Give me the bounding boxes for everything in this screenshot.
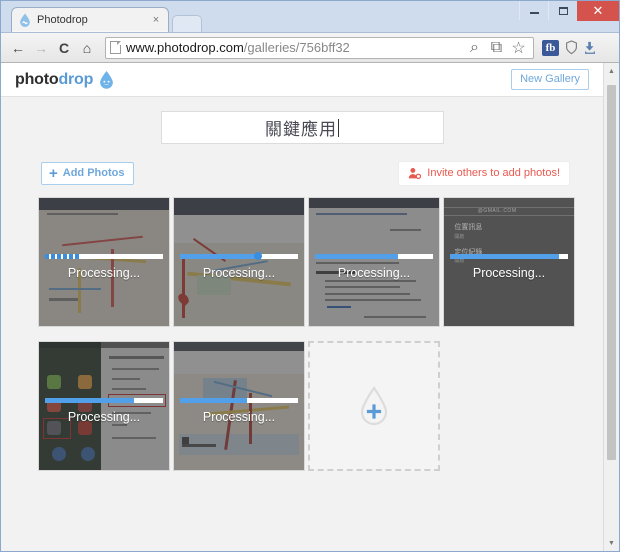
photo-3-status: Processing... [337, 266, 411, 280]
photo-3-progress [315, 254, 433, 259]
tab-strip: Photodrop × [11, 7, 202, 32]
tab-photodrop[interactable]: Photodrop × [11, 7, 169, 32]
gallery-title-value: 關鍵應用 [265, 120, 337, 140]
gallery-title-input[interactable]: 關鍵應用 [160, 111, 444, 144]
new-gallery-button[interactable]: New Gallery [511, 69, 589, 90]
scroll-down-arrow-icon[interactable]: ▼ [604, 535, 619, 551]
photo-3-overlay [309, 198, 439, 326]
search-icon[interactable]: ⌕ [466, 39, 483, 56]
bookmark-star-icon[interactable]: ☆ [510, 39, 527, 57]
add-photo-dropzone[interactable] [308, 341, 440, 471]
photo-5-overlay [39, 342, 169, 470]
photo-1[interactable]: Processing... [38, 197, 170, 327]
photo-5-status: Processing... [67, 410, 141, 424]
download-icon[interactable] [581, 39, 598, 56]
photo-6-status: Processing... [202, 410, 276, 424]
photo-1-progress [45, 254, 163, 259]
droplet-favicon [20, 13, 30, 27]
photo-4-status: Processing... [472, 266, 546, 280]
droplet-logo-icon [100, 71, 114, 89]
logo-text-photo: photo [15, 70, 59, 88]
facebook-extension-icon[interactable]: fb [542, 39, 559, 56]
add-photos-label: Add Photos [62, 166, 125, 179]
page-scrollbar[interactable]: ▲ ▼ [603, 63, 619, 551]
forward-button[interactable]: → [30, 37, 52, 59]
shield-icon[interactable] [563, 39, 580, 56]
gallery-action-row: + Add Photos Invite others to add photos… [1, 158, 603, 188]
add-photos-button[interactable]: + Add Photos [41, 161, 135, 185]
photo-5[interactable]: Processing... [38, 341, 170, 471]
browser-titlebar: ✕ Photodrop × [1, 1, 619, 32]
address-bar[interactable]: www.photodrop.com/galleries/756bff32 ⌕ ⧉… [105, 36, 534, 59]
photo-4-overlay [444, 198, 574, 326]
photo-5-progress [45, 398, 163, 403]
back-button[interactable]: ← [7, 37, 29, 59]
url-domain: www.photodrop.com [126, 40, 244, 55]
browser-menu-icon[interactable] [599, 39, 613, 56]
photo-cell-1: Processing... [38, 197, 173, 327]
page-info-icon [110, 41, 121, 54]
invite-others-button[interactable]: Invite others to add photos! [398, 160, 570, 186]
photo-cell-3: Processing... [308, 197, 443, 327]
photo-cell-dropzone [308, 341, 443, 471]
logo-wordmark: photodrop [15, 71, 93, 89]
droplet-plus-icon [360, 386, 388, 426]
tab-title: Photodrop [37, 14, 88, 26]
scroll-up-arrow-icon[interactable]: ▲ [604, 63, 619, 79]
browser-toolbar: ← → C ⌂ www.photodrop.com/galleries/756b… [1, 32, 619, 63]
scrollbar-track[interactable] [604, 79, 619, 535]
photo-1-overlay [39, 198, 169, 326]
url-text: www.photodrop.com/galleries/756bff32 [126, 40, 350, 55]
reload-button[interactable]: C [53, 37, 75, 59]
photo-cell-4: @GMAIL.COM 位置訊息 開啟 定位紀錄 開啟 Processing... [443, 197, 578, 327]
person-add-icon [409, 167, 422, 179]
photo-cell-2: Processing... [173, 197, 308, 327]
photo-6-progress [180, 398, 298, 403]
home-button[interactable]: ⌂ [76, 37, 98, 59]
photo-4[interactable]: @GMAIL.COM 位置訊息 開啟 定位紀錄 開啟 Processing... [443, 197, 575, 327]
maximize-button[interactable] [548, 1, 577, 20]
tab-close-icon[interactable]: × [150, 14, 162, 26]
photo-2-progress [180, 252, 298, 260]
window-controls: ✕ [519, 1, 619, 21]
photo-cell-6: Processing... [173, 341, 308, 471]
copy-pages-icon[interactable]: ⧉ [488, 39, 505, 56]
invite-label: Invite others to add photos! [427, 166, 560, 179]
gallery-title-row: 關鍵應用 [1, 97, 603, 154]
photo-grid: Processing... Processing... Processing..… [1, 188, 603, 485]
photo-3[interactable]: Processing... [308, 197, 440, 327]
close-icon: ✕ [592, 3, 604, 18]
site-header: photodrop New Gallery [1, 63, 603, 97]
url-path: /galleries/756bff32 [243, 40, 350, 55]
photo-2-status: Processing... [202, 266, 276, 280]
new-tab-button[interactable] [172, 15, 202, 32]
photodrop-page: photodrop New Gallery 關鍵應用 + Add Photos … [1, 63, 603, 551]
omnibox-actions: ⌕ ⧉ ☆ [466, 39, 529, 57]
photodrop-logo[interactable]: photodrop [15, 70, 115, 89]
plus-icon: + [49, 164, 58, 182]
photo-1-status: Processing... [67, 266, 141, 280]
logo-text-drop: drop [58, 70, 94, 88]
minimize-button[interactable] [519, 1, 548, 20]
photo-cell-5: Processing... [38, 341, 173, 471]
close-window-button[interactable]: ✕ [577, 1, 619, 21]
browser-window: ✕ Photodrop × ← → C ⌂ www.photodrop.com/… [0, 0, 620, 552]
photo-6-overlay [174, 342, 304, 470]
photo-6[interactable]: Processing... [173, 341, 305, 471]
photo-2-overlay [174, 198, 304, 326]
photo-2[interactable]: Processing... [173, 197, 305, 327]
photo-4-progress [450, 254, 568, 259]
scrollbar-thumb[interactable] [607, 85, 616, 460]
text-caret [338, 118, 339, 137]
page-viewport: photodrop New Gallery 關鍵應用 + Add Photos … [1, 63, 619, 551]
